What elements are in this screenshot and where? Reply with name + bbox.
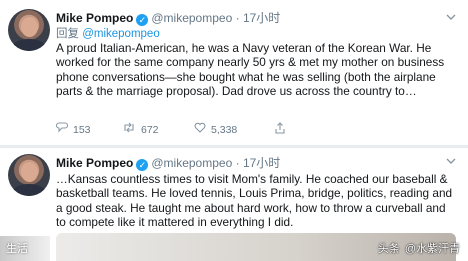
timestamp[interactable]: 17小时 <box>243 156 280 170</box>
reply-icon <box>55 122 69 136</box>
tweet-text: …Kansas countless times to visit Mom's f… <box>56 172 453 230</box>
avatar-face <box>21 162 38 182</box>
verified-badge-icon: ✓ <box>136 159 149 171</box>
tweet-card[interactable]: Mike Pompeo ✓ @mikepompeo · 17小时 回复 @mikep… <box>0 0 468 147</box>
like-button[interactable]: 5,338 <box>194 122 237 136</box>
reply-button[interactable]: 153 <box>55 122 91 136</box>
timestamp[interactable]: 17小时 <box>243 11 280 25</box>
avatar-shoulders <box>12 39 46 51</box>
retweet-button[interactable]: 672 <box>122 122 159 136</box>
avatar[interactable] <box>8 9 50 51</box>
tweet-text: A proud Italian-American, he was a Navy … <box>56 41 445 99</box>
retweet-count: 672 <box>141 124 159 136</box>
watermark-source: 头条 <box>377 243 400 255</box>
tweet-header: Mike Pompeo ✓ @mikepompeo · 17小时 <box>56 10 280 26</box>
chevron-down-icon[interactable] <box>446 12 456 22</box>
author-name[interactable]: Mike Pompeo <box>56 156 133 170</box>
separator-dot: · <box>235 156 240 170</box>
reply-context: 回复 @mikepompeo <box>56 27 160 41</box>
avatar[interactable] <box>8 154 50 196</box>
avatar-shoulders <box>12 184 46 196</box>
author-handle[interactable]: @mikepompeo <box>151 156 232 170</box>
share-button[interactable] <box>274 122 291 137</box>
separator-dot: · <box>235 11 240 25</box>
reply-prefix: 回复 <box>56 28 79 40</box>
heart-icon <box>194 122 206 136</box>
chevron-down-icon[interactable] <box>446 156 456 166</box>
reply-count: 153 <box>73 124 91 136</box>
share-icon <box>274 122 286 137</box>
author-handle[interactable]: @mikepompeo <box>151 11 232 25</box>
verified-badge-icon: ✓ <box>136 14 149 26</box>
author-name[interactable]: Mike Pompeo <box>56 11 133 25</box>
reply-handle-link[interactable]: @mikepompeo <box>82 28 160 40</box>
retweet-icon <box>122 122 136 136</box>
watermark-account: @水紫汗青 <box>404 243 460 255</box>
watermark-right: 头条 @水紫汗青 <box>378 240 460 256</box>
watermark-left: 生活 <box>6 243 28 255</box>
tweet-header: Mike Pompeo ✓ @mikepompeo · 17小时 <box>56 155 280 171</box>
like-count: 5,338 <box>211 124 238 136</box>
avatar-face <box>21 17 38 37</box>
